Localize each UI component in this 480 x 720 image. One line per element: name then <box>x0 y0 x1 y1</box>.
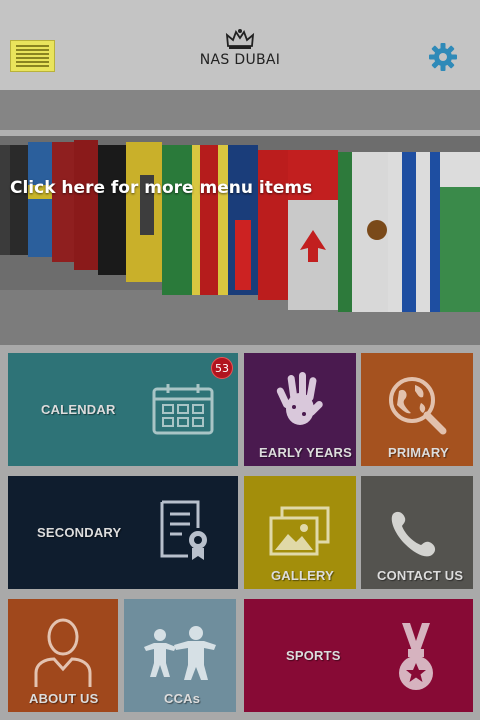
tile-contact-us[interactable]: CONTACT US <box>361 476 473 589</box>
tile-calendar[interactable]: CALENDAR <box>8 353 238 466</box>
gear-icon[interactable] <box>428 42 458 72</box>
logo-text: NAS DUBAI <box>199 52 281 68</box>
people-icon <box>144 626 216 680</box>
school-logo[interactable]: NAS DUBAI <box>190 28 290 68</box>
tile-secondary[interactable]: SECONDARY <box>8 476 238 589</box>
tile-primary-label: PRIMARY <box>388 445 449 460</box>
tile-sports[interactable]: SPORTS <box>244 599 473 712</box>
hamburger-icon <box>16 45 49 47</box>
tile-contact-us-label: CONTACT US <box>377 568 464 583</box>
tile-ccas[interactable]: CCAs <box>124 599 236 712</box>
app-header: NAS DUBAI <box>0 0 480 90</box>
images-icon <box>269 506 330 556</box>
tile-primary[interactable]: PRIMARY <box>361 353 473 466</box>
medal-icon <box>399 623 433 690</box>
phone-icon <box>391 511 436 557</box>
hero-banner[interactable]: Click here for more menu items <box>0 90 480 345</box>
handprint-icon <box>276 372 323 425</box>
flags-photo <box>0 90 480 345</box>
calendar-count-badge: 53 <box>211 357 233 379</box>
tile-gallery[interactable]: GALLERY <box>244 476 356 589</box>
tile-early-years[interactable]: EARLY YEARS <box>244 353 356 466</box>
tile-about-us-label: ABOUT US <box>29 691 99 706</box>
menu-button[interactable] <box>10 40 55 72</box>
crown-icon <box>225 29 255 49</box>
tile-secondary-label: SECONDARY <box>37 525 122 540</box>
person-icon <box>34 618 92 687</box>
more-menu-hint[interactable]: Click here for more menu items <box>10 178 312 198</box>
tile-about-us[interactable]: ABOUT US <box>8 599 118 712</box>
tile-ccas-label: CCAs <box>164 691 201 706</box>
tile-early-years-label: EARLY YEARS <box>259 445 352 460</box>
tile-gallery-label: GALLERY <box>271 568 335 583</box>
calendar-icon <box>152 384 214 435</box>
globe-magnifier-icon <box>389 377 447 435</box>
tile-sports-label: SPORTS <box>286 648 341 663</box>
tile-calendar-label: CALENDAR <box>41 402 116 417</box>
certificate-icon <box>160 500 207 560</box>
